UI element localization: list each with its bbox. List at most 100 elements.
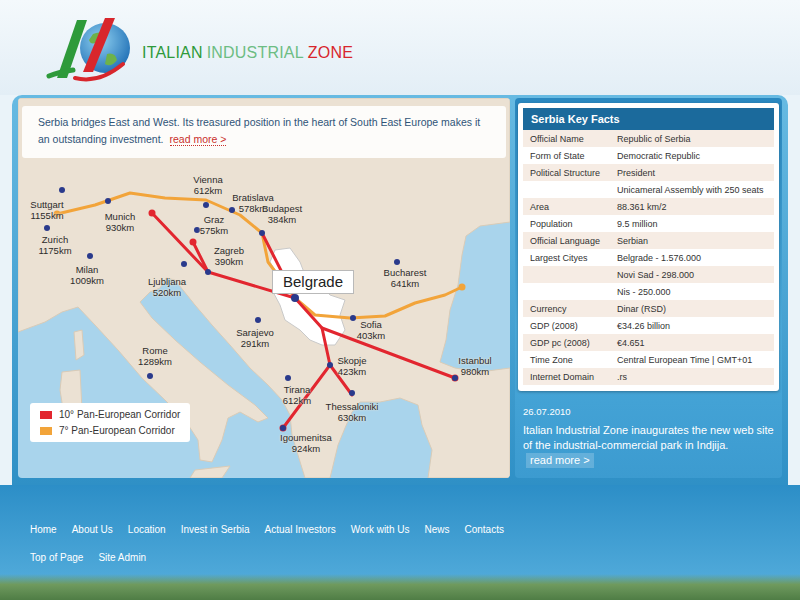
fact-label: Political Structure [523,168,615,178]
fact-row: GDP pc (2008)€4.651 [523,334,774,351]
nav-link[interactable]: Site Admin [98,551,146,565]
nav-link[interactable]: Invest in Serbia [181,523,250,537]
key-facts: Serbia Key Facts Official NameRepublic of… [518,103,779,391]
fact-label: GDP pc (2008) [523,338,615,348]
city-name: Zurich [42,234,68,245]
city-label: Munich930km [105,211,136,233]
nav-link[interactable]: News [424,523,449,537]
fact-row: Unicameral Assembly with 250 seats [523,181,774,198]
logo-word: ITALIAN [142,44,203,62]
nav-link[interactable]: Actual Investors [265,523,336,537]
fact-label: Official Name [523,134,615,144]
city-name: Munich [105,211,136,222]
fact-label: Internet Domain [523,372,615,382]
city-label: Zurich1175km [38,234,71,256]
city-dot [44,225,50,231]
news-read-more[interactable]: read more > [526,453,594,468]
fact-value: Republic of Serbia [615,134,774,144]
legend-item: 10° Pan-European Corridor [40,408,180,421]
intro-text: Serbia bridges East and West. Its treasu… [38,116,480,145]
main-nav: Home About Us Location Invest in Serbia Actu… [0,485,800,537]
nav-link[interactable]: Location [128,523,166,537]
fact-row: Internet Domain.rs [523,368,774,385]
city-dot [59,187,65,193]
secondary-nav: Top of Page Site Admin [0,551,800,565]
nav-link[interactable]: Work with Us [351,523,410,537]
fact-value: Central European Time | GMT+01 [615,355,774,365]
legend-swatch [40,411,52,419]
city-label: Vienna612km [193,174,222,196]
city-dot [280,425,286,431]
nav-link[interactable]: Contacts [464,523,503,537]
corridor-end [452,375,459,382]
city-label: Istanbul980km [458,355,491,377]
city-dot [350,315,356,321]
logo-word: INDUSTRIAL [207,44,304,62]
city-name: Zagreb [214,245,244,256]
city-name: Tirana [284,384,311,395]
fact-value: Unicameral Assembly with 250 seats [615,185,774,195]
nav-link[interactable]: Top of Page [30,551,83,565]
logo-globe-icon[interactable] [35,10,140,85]
fact-label: Largest Cityes [523,253,615,263]
city-name: Sofia [360,319,382,330]
corridor-line [283,365,330,428]
city-name: Budapest [262,203,302,214]
corridor [54,193,466,318]
city-distance: 1289km [138,356,172,367]
logo-text[interactable]: ITALIANINDUSTRIALZONE [142,44,353,62]
fact-row: Novi Sad - 298.000 [523,266,774,283]
nav-link[interactable]: Home [30,523,57,537]
city-label: Graz575km [200,214,229,236]
city-name: Graz [204,214,225,225]
page: ITALIANINDUSTRIALZONE Serbia bridges East… [0,0,800,600]
fact-value: €4.651 [615,338,774,348]
city-label: Milan1009km [70,264,104,286]
nav-link[interactable]: About Us [72,523,113,537]
city-distance: 390km [215,256,244,267]
fact-label: Form of State [523,151,615,161]
footer: Home About Us Location Invest in Serbia Actu… [0,485,800,600]
city-dot [285,375,291,381]
corridor-end [190,239,197,246]
legend-swatch [40,427,52,435]
serbia-area[interactable] [270,248,345,345]
city-label: Budapest384km [262,203,302,225]
city-dot [194,227,200,233]
city-name: Vienna [193,174,222,185]
city-distance: 930km [106,222,135,233]
city-name: Bucharest [384,267,427,278]
city-distance: 291km [241,338,270,349]
city-dot [327,362,333,368]
fact-value: Novi Sad - 298.000 [615,270,774,280]
map-legend: 10° Pan-European Corridor 7° Pan-European… [30,403,190,442]
read-more-link[interactable]: read more > [170,133,227,146]
belgrade-dot [291,294,299,302]
fact-label: Area [523,202,615,212]
news-date: 26.07.2010 [523,406,774,417]
fact-value: 9.5 million [615,219,774,229]
city-dot [147,373,153,379]
city-label: Tirana612km [283,384,312,406]
fact-value: President [615,168,774,178]
fact-row: CurrencyDinar (RSD) [523,300,774,317]
city-label: Bucharest641km [384,267,427,289]
city-label: Thessaloniki630km [326,401,379,423]
land [18,98,510,478]
fact-row: Form of StateDemocratic Republic [523,147,774,164]
city-dot [349,390,355,396]
legend-item: 7° Pan-European Corridor [40,424,180,437]
city-distance: 612km [194,185,223,196]
main-panel: Serbia bridges East and West. Its treasu… [12,95,788,485]
fact-row: Population9.5 million [523,215,774,232]
sea [18,98,510,478]
map: Serbia bridges East and West. Its treasu… [18,98,510,478]
fact-value: Democratic Republic [615,151,774,161]
key-facts-title: Serbia Key Facts [523,108,774,130]
city-distance: 641km [391,278,420,289]
land [190,466,230,478]
city-name: Ljubljana [148,276,186,287]
fact-row: Area88.361 km/2 [523,198,774,215]
city-dot [452,375,458,381]
fact-value: Belgrade - 1.576.000 [615,253,774,263]
